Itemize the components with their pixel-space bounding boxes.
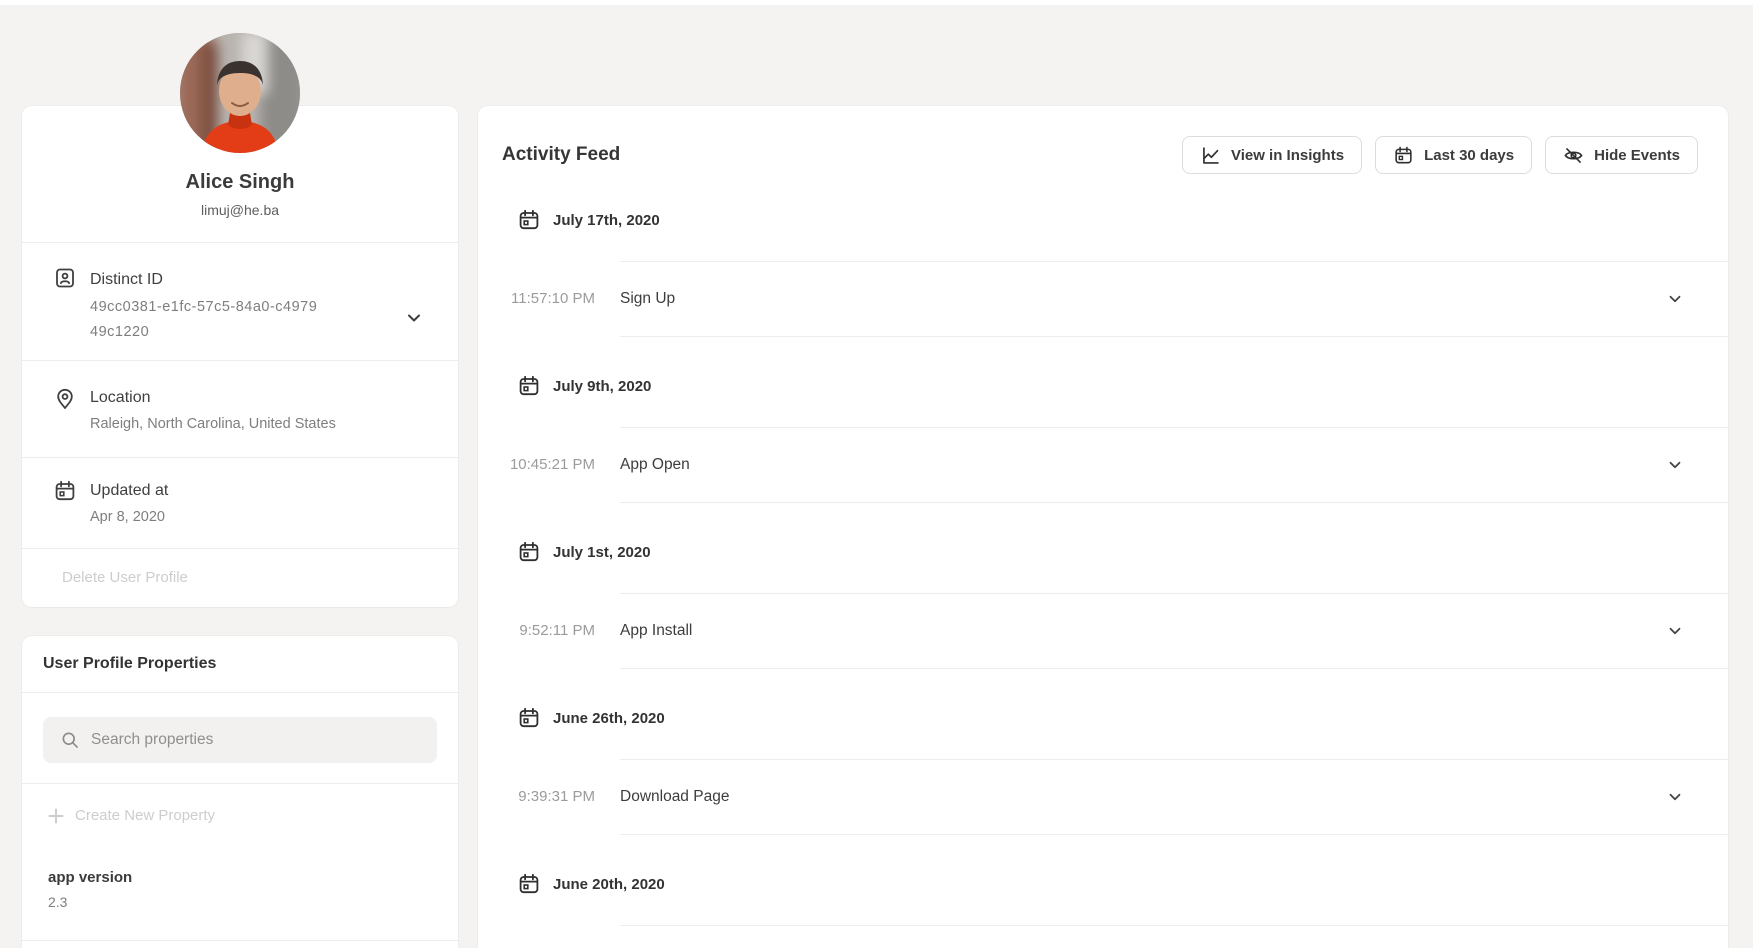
distinct-id-value: 49cc0381-e1fc-57c5-84a0-c497949c1220: [90, 295, 318, 345]
location-value: Raleigh, North Carolina, United States: [90, 412, 336, 437]
eye-off-icon: [1563, 145, 1584, 166]
search-properties-box[interactable]: [43, 717, 437, 763]
event-name: Download Page: [620, 785, 729, 809]
search-icon: [60, 730, 80, 750]
divider: [22, 692, 458, 693]
event-name: Sign Up: [620, 287, 675, 311]
create-new-property-label: Create New Property: [75, 804, 215, 828]
property-value: 2.3: [48, 891, 67, 913]
hide-events-label: Hide Events: [1594, 147, 1680, 164]
hide-events-button[interactable]: Hide Events: [1545, 136, 1698, 174]
chevron-down-icon[interactable]: [1666, 456, 1684, 474]
avatar: [180, 33, 300, 153]
event-row[interactable]: 9:52:11 PM App Install: [478, 593, 1728, 669]
event-time: 11:57:10 PM: [502, 288, 595, 310]
activity-toolbar: View in Insights Last 30 days Hide Event…: [1182, 136, 1698, 174]
location-pin-icon: [53, 387, 77, 411]
plus-icon: [48, 808, 64, 824]
divider: [620, 502, 1728, 503]
user-profile-properties-card: User Profile Properties Create New Prope…: [22, 636, 458, 948]
divider: [620, 593, 1728, 594]
feed-date: June 26th, 2020: [553, 710, 665, 727]
divider: [620, 668, 1728, 669]
calendar-icon: [517, 872, 541, 896]
top-header-strip: [0, 0, 1753, 5]
divider: [22, 242, 458, 243]
divider: [620, 261, 1728, 262]
feed-group: July 1st, 2020 9:52:11 PM App Install: [478, 540, 1728, 669]
divider: [620, 336, 1728, 337]
activity-feed: July 17th, 2020 11:57:10 PM Sign Up July…: [478, 208, 1728, 948]
view-in-insights-button[interactable]: View in Insights: [1182, 136, 1362, 174]
profile-card: Alice Singh limuj@he.ba Distinct ID 49cc…: [22, 106, 458, 607]
view-in-insights-label: View in Insights: [1231, 147, 1344, 164]
feed-group: June 26th, 2020 9:39:31 PM Download Page: [478, 706, 1728, 835]
properties-title: User Profile Properties: [43, 651, 216, 677]
activity-feed-title: Activity Feed: [502, 142, 620, 168]
divider: [620, 925, 1728, 926]
divider: [620, 427, 1728, 428]
feed-date-header: June 26th, 2020: [478, 706, 1728, 730]
feed-group: June 20th, 2020: [478, 872, 1728, 926]
event-time: 9:52:11 PM: [502, 620, 595, 642]
calendar-icon: [517, 706, 541, 730]
calendar-icon: [1393, 145, 1414, 166]
feed-group: July 9th, 2020 10:45:21 PM App Open: [478, 374, 1728, 503]
updated-at-value: Apr 8, 2020: [90, 505, 165, 530]
event-time: 9:39:31 PM: [502, 786, 595, 808]
divider: [22, 457, 458, 458]
chevron-down-icon[interactable]: [1666, 788, 1684, 806]
feed-date: July 17th, 2020: [553, 212, 660, 229]
divider: [478, 925, 1728, 926]
chevron-down-icon[interactable]: [1666, 622, 1684, 640]
event-time: 10:45:21 PM: [502, 454, 595, 476]
divider: [22, 940, 458, 941]
divider: [22, 548, 458, 549]
delete-user-profile-button[interactable]: Delete User Profile: [62, 566, 188, 590]
event-row[interactable]: 10:45:21 PM App Open: [478, 427, 1728, 503]
feed-date: July 9th, 2020: [553, 378, 651, 395]
feed-group: July 17th, 2020 11:57:10 PM Sign Up: [478, 208, 1728, 337]
calendar-icon: [53, 479, 77, 503]
feed-date-header: July 1st, 2020: [478, 540, 1728, 564]
divider: [22, 360, 458, 361]
activity-feed-card: Activity Feed View in Insights Last 30 d…: [478, 106, 1728, 948]
avatar-illustration: [180, 33, 300, 153]
feed-date: July 1st, 2020: [553, 544, 651, 561]
create-new-property-button[interactable]: Create New Property: [48, 804, 215, 828]
profile-email: limuj@he.ba: [22, 199, 458, 221]
property-name: app version: [48, 866, 132, 890]
feed-date-header: July 9th, 2020: [478, 374, 1728, 398]
calendar-icon: [517, 208, 541, 232]
feed-date: June 20th, 2020: [553, 876, 665, 893]
event-name: App Open: [620, 453, 690, 477]
chevron-down-icon[interactable]: [1666, 290, 1684, 308]
updated-at-label: Updated at: [90, 479, 168, 503]
search-properties-input[interactable]: [91, 731, 421, 749]
calendar-icon: [517, 374, 541, 398]
event-name: App Install: [620, 619, 692, 643]
feed-date-header: July 17th, 2020: [478, 208, 1728, 232]
date-range-label: Last 30 days: [1424, 147, 1514, 164]
insights-chart-icon: [1200, 145, 1221, 166]
profile-name: Alice Singh: [22, 169, 458, 195]
divider: [620, 834, 1728, 835]
chevron-down-icon[interactable]: [404, 308, 424, 328]
feed-date-header: June 20th, 2020: [478, 872, 1728, 896]
event-row[interactable]: 9:39:31 PM Download Page: [478, 759, 1728, 835]
calendar-icon: [517, 540, 541, 564]
event-row[interactable]: 11:57:10 PM Sign Up: [478, 261, 1728, 337]
divider: [22, 783, 458, 784]
id-card-icon: [53, 266, 77, 290]
location-label: Location: [90, 386, 151, 410]
date-range-button[interactable]: Last 30 days: [1375, 136, 1532, 174]
divider: [620, 759, 1728, 760]
page: Alice Singh limuj@he.ba Distinct ID 49cc…: [0, 0, 1753, 948]
distinct-id-label: Distinct ID: [90, 268, 163, 292]
